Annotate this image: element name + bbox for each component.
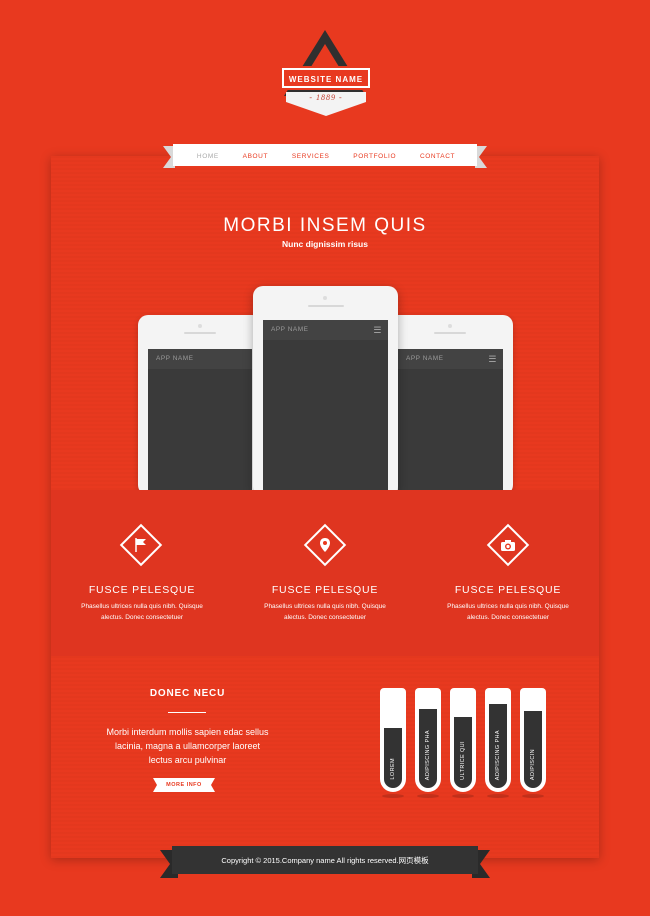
phone-right-appbar: APP NAME ☰ xyxy=(398,349,503,369)
feature-3-text: Phasellus ultrices nulla quis nibh. Quis… xyxy=(423,601,593,623)
nav-services[interactable]: SERVICES xyxy=(292,153,330,160)
nav-contact[interactable]: CONTACT xyxy=(420,153,455,160)
features-band xyxy=(51,490,599,656)
app-name-label: APP NAME xyxy=(156,355,194,362)
menu-icon[interactable]: ☰ xyxy=(373,320,382,340)
tube-label: ADIPISCIN xyxy=(530,748,536,780)
donec-line-2: lacinia, magna a ullamcorper laoreet xyxy=(114,741,261,751)
nav-about[interactable]: ABOUT xyxy=(243,153,268,160)
website-name-badge[interactable]: WEBSITE NAME xyxy=(282,68,370,88)
tube-label: LOREM xyxy=(390,758,396,780)
donec-text: Morbi interdum mollis sapien edac sellus… xyxy=(80,725,295,767)
feature-1-line1: Phasellus ultrices nulla quis nibh. Quis… xyxy=(81,603,203,610)
tube-shadow xyxy=(522,794,544,798)
main-nav: HOME ABOUT SERVICES PORTFOLIO CONTACT xyxy=(185,144,467,168)
feature-3-line2: alectus. Donec consectetuer xyxy=(466,614,550,621)
tube-shadow xyxy=(382,794,404,798)
phone-right: APP NAME ☰ xyxy=(388,315,513,495)
feature-3-line1: Phasellus ultrices nulla quis nibh. Quis… xyxy=(447,603,569,610)
feature-1-title: FUSCE PELESQUE xyxy=(88,584,196,596)
nav-home[interactable]: HOME xyxy=(197,153,219,160)
feature-1-text: Phasellus ultrices nulla quis nibh. Quis… xyxy=(57,601,227,623)
more-info-button[interactable]: MORE INFO xyxy=(153,778,215,792)
tube-shadow xyxy=(487,794,509,798)
tube-label: ADIPISCING PHA xyxy=(495,729,501,780)
donec-line-1: Morbi interdum mollis sapien edac sellus xyxy=(106,727,269,737)
location-pin-icon xyxy=(320,538,330,552)
footer-copyright: Copyright © 2015.Company name All rights… xyxy=(221,856,429,865)
feature-1-line2: alectus. Donec consectetuer xyxy=(100,614,184,621)
tube-4: ADIPISCING PHA xyxy=(485,688,511,792)
tube-5: ADIPISCIN xyxy=(520,688,546,792)
feature-3-title: FUSCE PELESQUE xyxy=(454,584,562,596)
tube-3: ULTRICE QUI xyxy=(450,688,476,792)
feature-2-title: FUSCE PELESQUE xyxy=(271,584,379,596)
feature-2-text: Phasellus ultrices nulla quis nibh. Quis… xyxy=(240,601,410,623)
tube-shadow xyxy=(417,794,439,798)
phone-center: APP NAME ☰ xyxy=(253,286,398,496)
nav-portfolio[interactable]: PORTFOLIO xyxy=(353,153,396,160)
donec-line-3: lectus arcu pulvinar xyxy=(148,755,227,765)
donec-title: DONEC NECU xyxy=(149,688,226,699)
tube-2: ADIPISCING PHA xyxy=(415,688,441,792)
phone-left-appbar: APP NAME xyxy=(148,349,252,369)
tube-label: ADIPISCING PHA xyxy=(425,729,431,780)
feature-2-line1: Phasellus ultrices nulla quis nibh. Quis… xyxy=(264,603,386,610)
camera-icon xyxy=(501,540,515,551)
flag-icon xyxy=(135,538,146,552)
tube-label: ULTRICE QUI xyxy=(460,741,466,780)
tube-1: LOREM xyxy=(380,688,406,792)
hero-title: MORBI INSEM QUIS xyxy=(223,215,427,236)
donec-divider xyxy=(168,712,206,713)
phone-center-appbar: APP NAME ☰ xyxy=(263,320,388,340)
phone-left: APP NAME xyxy=(138,315,262,495)
tube-shadow xyxy=(452,794,474,798)
feature-2-line2: alectus. Donec consectetuer xyxy=(283,614,367,621)
app-name-label: APP NAME xyxy=(406,355,444,362)
logo-year: - 1889 - xyxy=(309,93,343,102)
menu-icon[interactable]: ☰ xyxy=(488,349,497,369)
hero-subtitle: Nunc dignissim risus xyxy=(282,239,368,249)
app-name-label: APP NAME xyxy=(271,326,309,333)
